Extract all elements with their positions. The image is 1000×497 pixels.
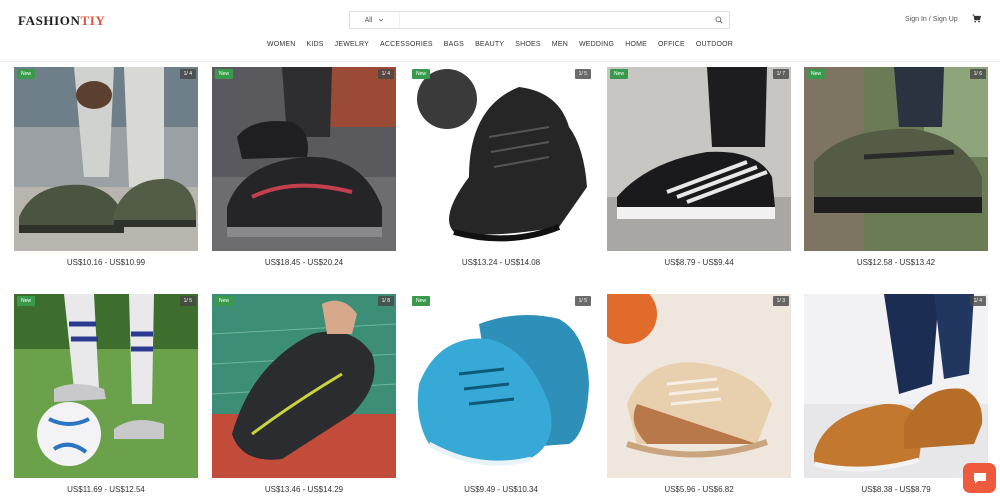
image-count-badge: 1/ 3 <box>772 296 789 306</box>
nav-item-office[interactable]: OFFICE <box>658 41 685 48</box>
image-count-badge: 1/ 5 <box>574 69 591 79</box>
image-count-badge: 1/ 8 <box>377 296 394 306</box>
search-bar: All <box>349 11 730 29</box>
new-badge: New <box>807 69 826 79</box>
search-icon[interactable] <box>709 12 729 28</box>
site-header: FASHIONTIY All Sign In / Sign Up WOMEN K… <box>0 0 1000 62</box>
nav-item-home[interactable]: HOME <box>625 41 647 48</box>
nav-item-beauty[interactable]: BEAUTY <box>475 41 504 48</box>
brand-logo-part1: FASHION <box>18 13 81 28</box>
image-count-badge: 1/ 7 <box>772 69 789 79</box>
new-badge: New <box>412 296 431 306</box>
nav-item-bags[interactable]: BAGS <box>444 41 464 48</box>
product-price: US$9.49 - US$10.34 <box>464 485 538 494</box>
product-price: US$12.58 - US$13.42 <box>856 258 936 267</box>
image-count-badge: 1/ 5 <box>179 296 196 306</box>
product-image[interactable]: New 1/ 5 <box>14 294 198 478</box>
nav-item-wedding[interactable]: WEDDING <box>579 41 614 48</box>
sign-up-link[interactable]: Sign Up <box>933 16 958 23</box>
new-badge: New <box>17 296 36 306</box>
cart-icon[interactable] <box>972 14 981 23</box>
product-image[interactable]: 1/ 3 <box>607 294 791 478</box>
account-separator: / <box>928 16 931 23</box>
nav-item-men[interactable]: MEN <box>552 41 568 48</box>
image-count-badge: 1/ 4 <box>969 296 986 306</box>
new-badge: New <box>215 69 234 79</box>
new-badge: New <box>215 296 234 306</box>
image-count-badge: 1/ 4 <box>377 69 394 79</box>
new-badge: New <box>412 69 431 79</box>
product-image[interactable]: New 1/ 7 <box>607 67 791 251</box>
new-badge: New <box>17 69 36 79</box>
product-image[interactable]: New 1/ 6 <box>804 67 988 251</box>
chat-button[interactable] <box>963 463 996 493</box>
image-count-badge: 1/ 6 <box>969 69 986 79</box>
product-price: US$10.16 - US$10.99 <box>66 258 146 267</box>
product-price: US$13.46 - US$14.29 <box>264 485 344 494</box>
brand-logo-part2: TIY <box>80 13 106 28</box>
search-category-label: All <box>364 16 373 24</box>
category-nav: WOMEN KIDS JEWELRY ACCESSORIES BAGS BEAU… <box>0 41 1000 48</box>
image-count-badge: 1/ 4 <box>179 69 196 79</box>
account-links: Sign In / Sign Up <box>905 16 958 23</box>
product-price: US$11.69 - US$12.54 <box>67 485 145 494</box>
product-price: US$13.24 - US$14.08 <box>461 258 541 267</box>
nav-item-kids[interactable]: KIDS <box>307 41 324 48</box>
product-price: US$18.45 - US$20.24 <box>264 258 344 267</box>
product-price: US$5.96 - US$6.82 <box>664 485 734 494</box>
product-price: US$8.79 - US$9.44 <box>664 258 734 267</box>
sign-in-link[interactable]: Sign In <box>905 16 927 23</box>
brand-logo[interactable]: FASHIONTIY <box>18 13 105 29</box>
product-image[interactable]: New 1/ 4 <box>212 67 396 251</box>
chevron-down-icon <box>379 18 384 22</box>
product-image[interactable]: New 1/ 8 <box>212 294 396 478</box>
nav-item-jewelry[interactable]: JEWELRY <box>335 41 369 48</box>
chat-bubble-icon <box>973 473 986 484</box>
image-count-badge: 1/ 5 <box>574 296 591 306</box>
search-input[interactable] <box>400 12 709 28</box>
product-image[interactable]: New 1/ 5 <box>409 294 593 478</box>
nav-item-outdoor[interactable]: OUTDOOR <box>696 41 733 48</box>
new-badge: New <box>610 69 629 79</box>
product-image[interactable]: 1/ 4 <box>804 294 988 478</box>
product-image[interactable]: New 1/ 4 <box>14 67 198 251</box>
product-image[interactable]: New 1/ 5 <box>409 67 593 251</box>
nav-item-accessories[interactable]: ACCESSORIES <box>380 41 433 48</box>
product-price: US$8.38 - US$8.79 <box>861 485 931 494</box>
nav-item-women[interactable]: WOMEN <box>267 41 296 48</box>
search-category-select[interactable]: All <box>350 12 400 28</box>
nav-item-shoes[interactable]: SHOES <box>515 41 541 48</box>
